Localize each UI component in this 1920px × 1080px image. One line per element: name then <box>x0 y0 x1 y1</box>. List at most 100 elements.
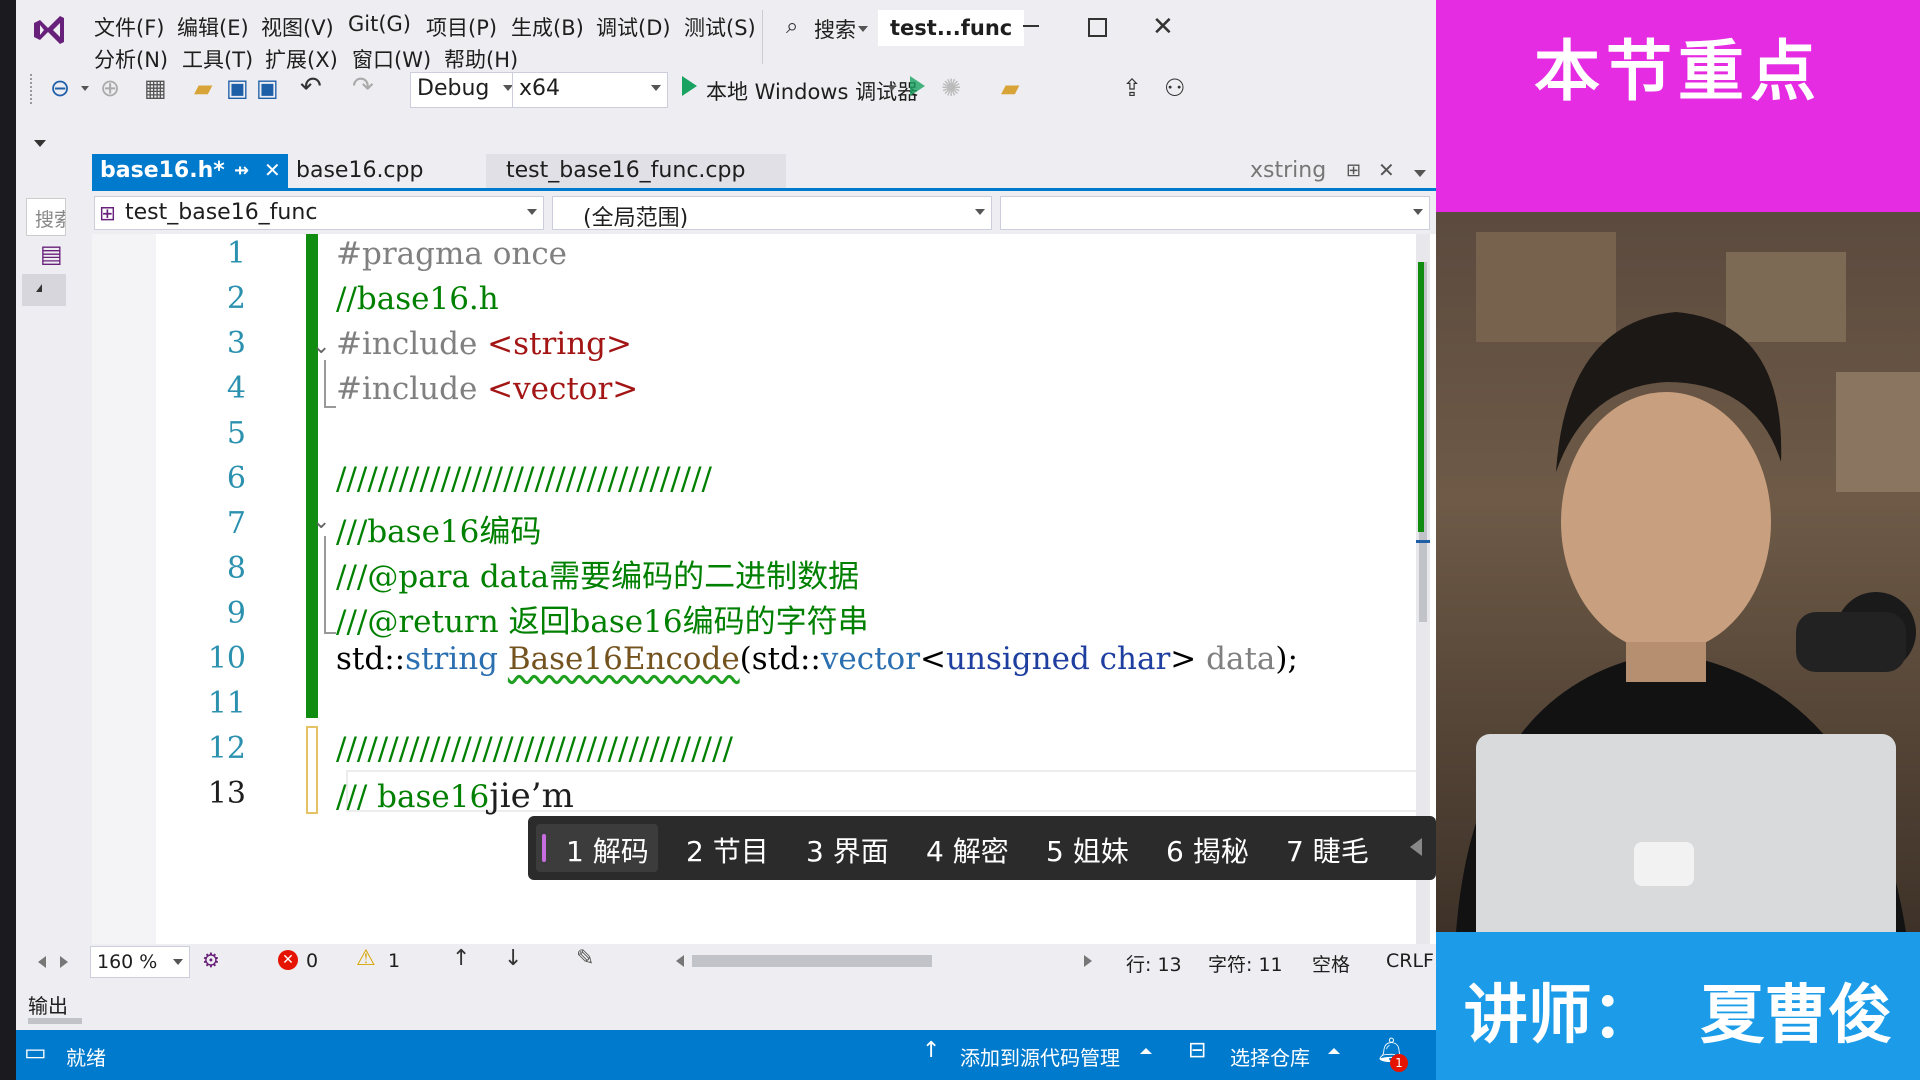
selected-node[interactable] <box>22 274 66 306</box>
minimize-button[interactable] <box>1023 25 1039 27</box>
ime-candidate[interactable]: 3 界面 <box>806 830 889 870</box>
class-view-icon[interactable]: ▤ <box>40 240 63 268</box>
bracket-token: < <box>920 641 947 677</box>
zoom-select[interactable]: 160 % <box>90 946 190 978</box>
scope-navigation-select[interactable]: (全局范围) <box>552 196 992 231</box>
panel-search-box[interactable]: 搜索 <box>26 198 66 236</box>
tab-base16-h[interactable]: base16.h* ⇸ ✕ <box>92 154 288 188</box>
ime-candidate[interactable]: 5 姐妹 <box>1046 830 1129 870</box>
ime-candidate-window: 1 解码 2 节目 3 界面 4 解密 5 姐妹 6 揭秘 7 睫毛 <box>528 816 1436 880</box>
pin-icon[interactable]: ⇸ <box>234 160 249 181</box>
collapse-icon[interactable]: ⌄ <box>312 334 330 359</box>
scroll-right-icon[interactable] <box>1084 955 1092 967</box>
save-all-icon[interactable]: ▣ <box>256 74 279 102</box>
ime-candidate[interactable]: 2 节目 <box>686 830 769 870</box>
visual-studio-window: 文件(F) 编辑(E) 视图(V) Git(G) 项目(P) 生成(B) 调试(… <box>16 0 1436 1080</box>
close-icon[interactable]: ✕ <box>1378 158 1395 182</box>
line-ending-indicator[interactable]: CRLF <box>1386 950 1434 972</box>
scroll-left-icon[interactable] <box>676 955 684 967</box>
search-box[interactable]: ⌕ 搜索 <box>786 12 876 42</box>
chevron-down-icon[interactable] <box>888 86 896 91</box>
ime-candidate[interactable]: 6 揭秘 <box>1166 830 1249 870</box>
save-icon[interactable]: ▣ <box>226 74 249 102</box>
webcam-feed <box>1436 212 1920 932</box>
output-window-icon[interactable]: ▭ <box>24 1038 47 1066</box>
output-panel-tab[interactable]: 输出 <box>28 990 68 1019</box>
code-line-13[interactable]: /// base16jie’m <box>336 776 574 816</box>
intellicode-icon[interactable]: ⚙ <box>202 948 220 972</box>
line-number: 12 <box>207 731 246 766</box>
undo-icon[interactable]: ↶ <box>300 72 322 102</box>
menu-view[interactable]: 视图(V) <box>261 12 334 42</box>
glyph-margin <box>92 234 156 944</box>
add-to-source-control-button[interactable]: 添加到源代码管理 <box>960 1042 1120 1071</box>
whitespace-indicator[interactable]: 空格 <box>1312 950 1350 977</box>
share-icon[interactable]: ⇪ <box>1122 74 1142 102</box>
ime-prev-page-icon[interactable] <box>1410 838 1422 856</box>
warning-icon[interactable]: ⚠ <box>356 946 376 971</box>
arrow-up-icon[interactable]: ↑ <box>452 946 470 971</box>
close-icon[interactable]: ✕ <box>264 158 281 182</box>
horizontal-scrollbar[interactable] <box>676 952 1096 970</box>
scroll-left-icon[interactable] <box>38 956 46 968</box>
left-tool-panel: 搜索 ▤ <box>22 122 76 982</box>
project-navigation-select[interactable]: ⊞ test_base16_func <box>94 196 544 230</box>
account-icon[interactable]: ⚇ <box>1164 74 1186 102</box>
arrow-down-icon[interactable]: ↓ <box>504 946 522 971</box>
code-line-10: std::string Base16Encode(std::vector<uns… <box>336 641 1298 677</box>
start-debug-icon[interactable] <box>682 76 697 96</box>
search-label: 搜索 <box>814 18 856 42</box>
warning-count: 1 <box>388 950 401 972</box>
fold-guide <box>324 360 336 408</box>
panel-dropdown-icon[interactable] <box>34 140 46 147</box>
collapse-icon[interactable]: ⌄ <box>312 509 330 534</box>
chevron-down-icon[interactable] <box>81 86 89 91</box>
solution-explorer-icon[interactable]: ▰ <box>1001 74 1019 102</box>
function-name-token: Base16Encode <box>507 641 740 677</box>
menu-file[interactable]: 文件(F) <box>94 12 164 42</box>
menu-edit[interactable]: 编辑(E) <box>177 12 249 42</box>
back-icon[interactable]: ⊖ <box>50 74 70 102</box>
char-indicator[interactable]: 字符: 11 <box>1208 950 1283 977</box>
horizontal-scrollbar-thumb[interactable] <box>692 955 932 967</box>
ime-candidate[interactable]: 1 解码 <box>566 830 649 870</box>
project-icon: ⊞ <box>99 201 116 225</box>
start-debug-button[interactable]: 本地 Windows 调试器 <box>706 76 918 106</box>
menu-git[interactable]: Git(G) <box>348 12 411 36</box>
scroll-right-icon[interactable] <box>60 956 68 968</box>
redo-icon[interactable]: ↷ <box>352 72 374 102</box>
close-window-button[interactable]: ✕ <box>1152 12 1174 42</box>
platform-select[interactable]: x64 <box>512 72 668 108</box>
code-cleanup-icon[interactable]: ✎ <box>576 946 594 971</box>
punctuation-token: ); <box>1275 641 1298 677</box>
comment-token: /// base16 <box>336 779 490 815</box>
menu-debug[interactable]: 调试(D) <box>596 12 671 42</box>
select-repository-button[interactable]: 选择仓库 <box>1230 1042 1310 1071</box>
menu-test[interactable]: 测试(S) <box>684 12 756 42</box>
code-line-4: #include <vector> <box>336 371 638 407</box>
start-without-debug-icon[interactable] <box>910 76 925 96</box>
tab-xstring-preview[interactable]: xstring ⊞ ✕ <box>1242 154 1412 188</box>
line-indicator[interactable]: 行: 13 <box>1126 950 1182 977</box>
vs-logo-icon[interactable] <box>30 12 66 48</box>
menu-project[interactable]: 项目(P) <box>426 12 497 42</box>
keep-open-icon[interactable]: ⊞ <box>1346 160 1361 181</box>
forward-icon[interactable]: ⊕ <box>100 74 120 102</box>
ime-candidate[interactable]: 7 睫毛 <box>1286 830 1369 870</box>
tab-overflow-icon[interactable] <box>1414 170 1426 177</box>
new-project-icon[interactable]: ▦ <box>144 74 167 102</box>
scroll-marker-change <box>1418 262 1424 532</box>
error-icon[interactable]: ✕ <box>278 950 298 970</box>
hot-reload-icon[interactable]: ✺ <box>941 74 961 102</box>
ime-candidate[interactable]: 4 解密 <box>926 830 1009 870</box>
editor-status-strip: 160 % ⚙ ✕ 0 ⚠ 1 ↑ ↓ ✎ 行: 13 字符: 11 空格 CR… <box>16 944 1436 980</box>
scroll-marker-caret <box>1416 540 1430 543</box>
tab-test-base16-func-cpp[interactable]: test_base16_func.cpp <box>486 154 786 188</box>
menu-build[interactable]: 生成(B) <box>511 12 584 42</box>
maximize-button[interactable] <box>1088 18 1107 37</box>
open-folder-icon[interactable]: ▰ <box>194 74 212 102</box>
tab-base16-cpp[interactable]: base16.cpp <box>288 154 468 188</box>
line-number: 7 <box>226 506 246 541</box>
configuration-select[interactable]: Debug <box>410 72 520 108</box>
member-navigation-select[interactable] <box>1000 196 1430 230</box>
